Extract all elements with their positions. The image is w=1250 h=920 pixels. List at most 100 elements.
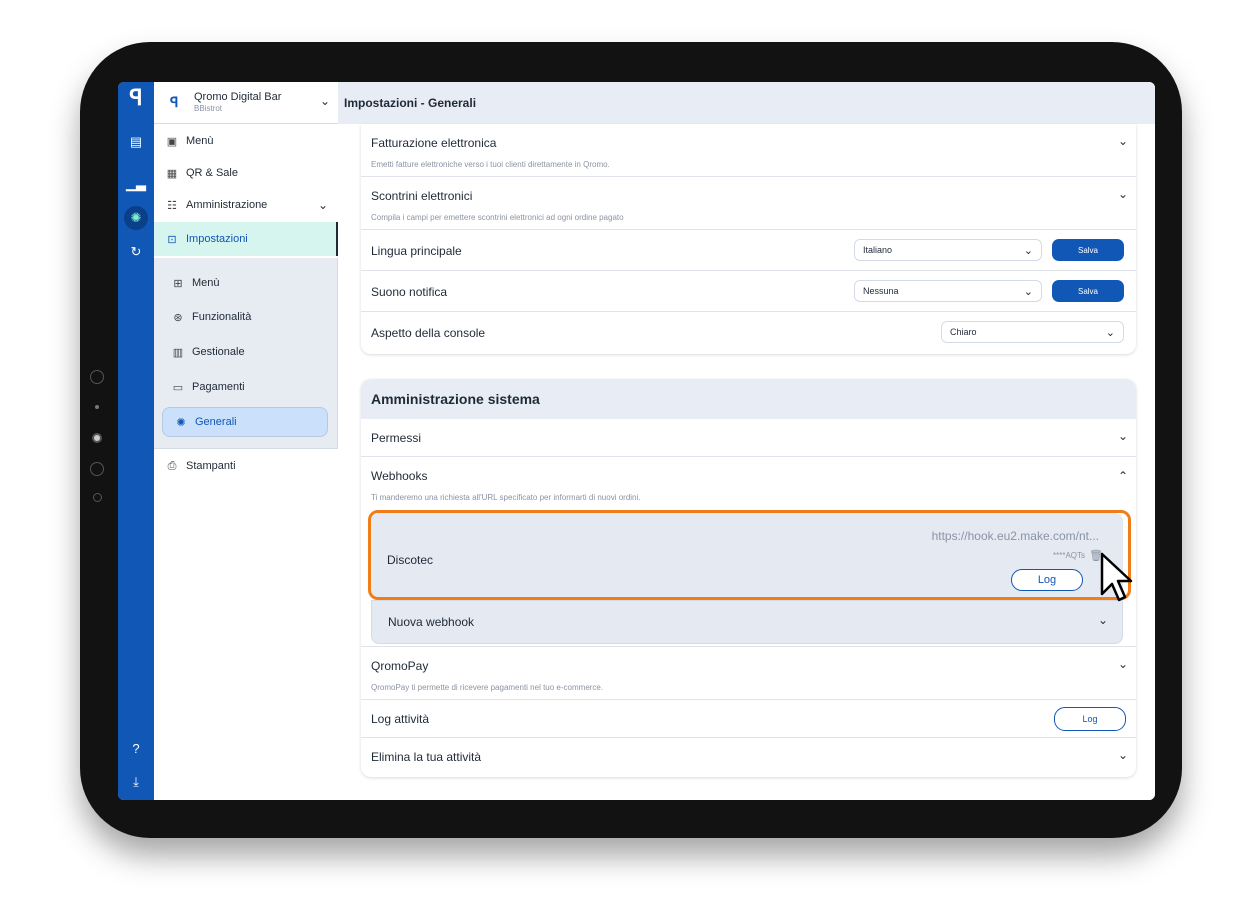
- chevron-down-icon[interactable]: ⌄: [1118, 748, 1128, 762]
- help-icon[interactable]: ?: [124, 736, 148, 760]
- row-title: Scontrini elettronici: [371, 189, 473, 203]
- sidebar-item-generali[interactable]: ✺ Generali: [162, 407, 328, 437]
- sidebar-item-label: Stampanti: [186, 460, 236, 472]
- row-description: Ti manderemo una richiesta all'URL speci…: [371, 493, 641, 502]
- row-title: Suono notifica: [371, 285, 448, 299]
- icon-rail: ꟼ ▤ ▁▃ ✺ ↻ ? ⤓: [118, 82, 154, 800]
- venue-logo-icon: ꟼ: [170, 94, 179, 110]
- download-icon[interactable]: ⤓: [124, 770, 148, 794]
- sidebar-item-amministrazione[interactable]: ☷ Amministrazione ⌄: [154, 190, 338, 220]
- venue-subtitle: BBistrot: [194, 104, 223, 113]
- row-permessi[interactable]: Permessi ⌄: [361, 419, 1136, 457]
- chevron-up-icon[interactable]: ⌃: [1118, 469, 1128, 483]
- app-screen: ꟼ ▤ ▁▃ ✺ ↻ ? ⤓ ꟼ Qromo Digital Bar BBist…: [118, 82, 1155, 800]
- section-title: Amministrazione sistema: [371, 391, 540, 407]
- row-title: QromoPay: [371, 659, 429, 673]
- sidebar-item-label: QR & Sale: [186, 167, 238, 179]
- chevron-down-icon: ⌄: [1023, 244, 1033, 257]
- row-elimina[interactable]: Elimina la tua attività ⌄: [361, 738, 1136, 777]
- menu-icon: ⊞: [173, 277, 183, 290]
- chevron-down-icon[interactable]: ⌄: [320, 94, 330, 108]
- gear-icon: ✺: [176, 416, 186, 429]
- features-icon: ⊛: [173, 311, 183, 324]
- venue-selector[interactable]: ꟼ Qromo Digital Bar BBistrot ⌄: [154, 82, 338, 124]
- sidebar-item-funzionalita[interactable]: ⊛ Funzionalità: [154, 302, 338, 332]
- chevron-down-icon[interactable]: ⌄: [1098, 613, 1108, 627]
- row-fatturazione[interactable]: Fatturazione elettronica Emetti fatture …: [361, 124, 1136, 177]
- row-aspetto: Aspetto della console Chiaro ⌄: [361, 312, 1136, 354]
- main-content: Impostazioni - Generali Fatturazione ele…: [338, 82, 1155, 800]
- sidebar-item-sub-menu[interactable]: ⊞ Menù: [154, 268, 338, 298]
- select-value: Italiano: [863, 245, 893, 255]
- row-title: Permessi: [371, 431, 422, 445]
- chevron-down-icon[interactable]: ⌄: [1118, 429, 1128, 443]
- row-title: Fatturazione elettronica: [371, 136, 497, 150]
- side-button-3: [93, 493, 102, 502]
- sidebar-item-label: Menù: [186, 135, 214, 147]
- printer-icon: ⎙: [167, 459, 177, 472]
- row-title: Log attività: [371, 712, 430, 726]
- bottom-nav: ⎙ Stampanti: [154, 449, 338, 800]
- chevron-down-icon[interactable]: ⌄: [1118, 187, 1128, 201]
- chevron-down-icon: ⌄: [1023, 285, 1033, 298]
- system-admin-card: Amministrazione sistema Permessi ⌄ Webho…: [361, 379, 1136, 777]
- save-language-button[interactable]: Salva: [1052, 239, 1124, 261]
- main-nav: ▣ Menù ▦ QR & Sale ☷ Amministrazione ⌄ ⊡…: [154, 124, 338, 258]
- receipt-icon[interactable]: ▤: [124, 130, 148, 154]
- theme-select[interactable]: Chiaro ⌄: [941, 321, 1124, 343]
- sidebar-item-gestionale[interactable]: ▥ Gestionale: [154, 337, 338, 367]
- sidebar: ꟼ Qromo Digital Bar BBistrot ⌄ ▣ Menù ▦ …: [154, 82, 338, 800]
- mouse-cursor-icon: [1100, 552, 1133, 602]
- sidebar-item-stampanti[interactable]: ⎙ Stampanti: [154, 451, 338, 481]
- row-lingua: Lingua principale Italiano ⌄ Salva: [361, 230, 1136, 271]
- row-scontrini[interactable]: Scontrini elettronici Compila i campi pe…: [361, 177, 1136, 230]
- select-value: Nessuna: [863, 286, 899, 296]
- sidebar-item-label: Gestionale: [192, 346, 245, 358]
- row-log-attivita: Log attività Log: [361, 700, 1136, 738]
- chart-icon[interactable]: ▁▃: [124, 172, 148, 196]
- refresh-icon[interactable]: ↻: [124, 240, 148, 264]
- sidebar-item-pagamenti[interactable]: ▭ Pagamenti: [154, 372, 338, 402]
- section-header: Amministrazione sistema: [361, 379, 1136, 419]
- page-title: Impostazioni - Generali: [338, 82, 1155, 124]
- side-button-2: [90, 462, 104, 476]
- row-description: Compila i campi per emettere scontrini e…: [371, 213, 624, 222]
- settings-icon[interactable]: ✺: [124, 206, 148, 230]
- management-icon: ▥: [172, 346, 184, 359]
- row-webhooks: Webhooks Ti manderemo una richiesta all'…: [361, 457, 1136, 647]
- sidebar-item-menu[interactable]: ▣ Menù: [154, 126, 338, 156]
- row-description: QromoPay ti permette di ricevere pagamen…: [371, 683, 604, 692]
- sidebar-item-label: Amministrazione: [186, 199, 268, 211]
- new-webhook-row[interactable]: Nuova webhook ⌄: [371, 600, 1123, 644]
- highlight-box: [368, 510, 1131, 600]
- row-suono: Suono notifica Nessuna ⌄ Salva: [361, 271, 1136, 312]
- chevron-down-icon: ⌄: [1105, 326, 1115, 339]
- chevron-down-icon[interactable]: ⌄: [1118, 657, 1128, 671]
- logo-icon[interactable]: ꟼ: [124, 85, 148, 110]
- row-title: Webhooks: [371, 469, 428, 483]
- settings-icon: ⊡: [167, 233, 177, 246]
- camera-icon: [92, 433, 102, 443]
- sidebar-item-label: Impostazioni: [186, 233, 248, 245]
- select-value: Chiaro: [950, 327, 977, 337]
- sidebar-item-label: Pagamenti: [192, 381, 245, 393]
- sidebar-item-qr-sale[interactable]: ▦ QR & Sale: [154, 158, 338, 188]
- save-sound-button[interactable]: Salva: [1052, 280, 1124, 302]
- row-title: Nuova webhook: [388, 615, 475, 629]
- sidebar-item-impostazioni[interactable]: ⊡ Impostazioni: [154, 222, 338, 256]
- row-qromopay[interactable]: QromoPay QromoPay ti permette di ricever…: [361, 647, 1136, 700]
- menu-book-icon: ▣: [166, 135, 178, 148]
- chevron-down-icon[interactable]: ⌄: [1118, 134, 1128, 148]
- row-title: Elimina la tua attività: [371, 750, 482, 764]
- qr-icon: ▦: [166, 167, 178, 180]
- row-description: Emetti fatture elettroniche verso i tuoi…: [371, 160, 610, 169]
- language-select[interactable]: Italiano ⌄: [854, 239, 1042, 261]
- admin-icon: ☷: [167, 199, 177, 212]
- sidebar-item-label: Funzionalità: [192, 311, 252, 323]
- row-title: Aspetto della console: [371, 326, 486, 340]
- settings-card: Fatturazione elettronica Emetti fatture …: [361, 124, 1136, 354]
- payment-icon: ▭: [172, 381, 184, 394]
- activity-log-button[interactable]: Log: [1054, 707, 1126, 731]
- sound-select[interactable]: Nessuna ⌄: [854, 280, 1042, 302]
- venue-name: Qromo Digital Bar: [194, 91, 282, 103]
